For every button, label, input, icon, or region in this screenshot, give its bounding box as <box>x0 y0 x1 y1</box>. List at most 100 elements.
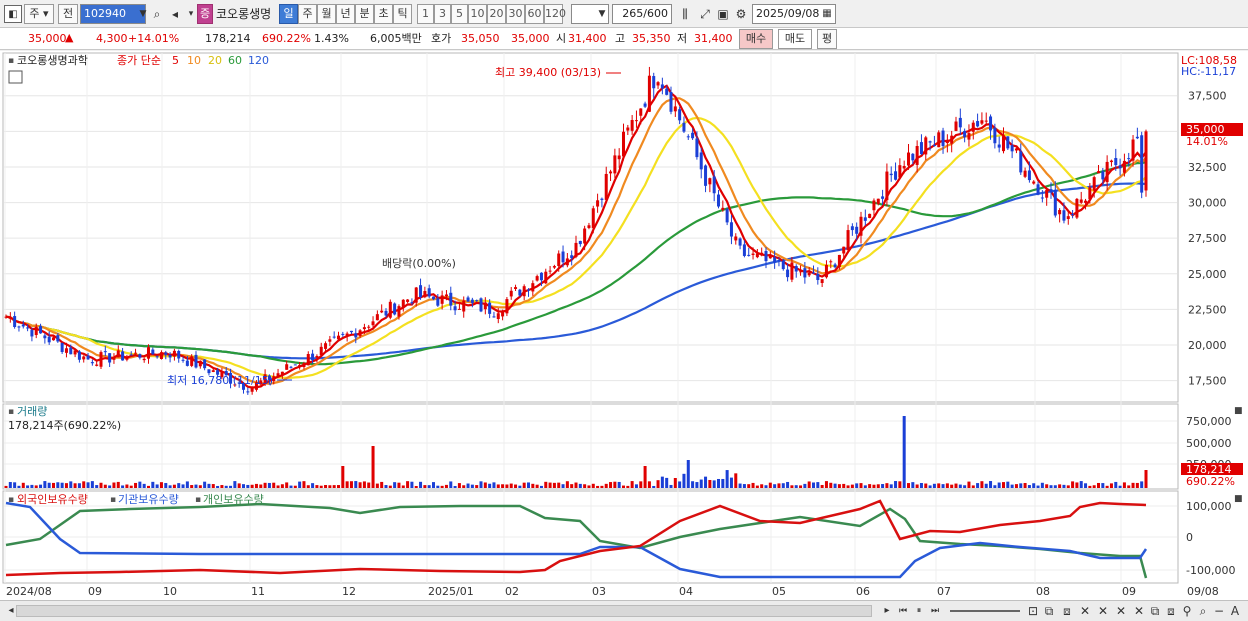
volume-bar <box>816 482 820 488</box>
period-tab-1[interactable]: 주 <box>298 4 317 24</box>
candle-body <box>790 262 794 280</box>
volume-bar <box>380 481 384 488</box>
candle-body <box>716 194 721 207</box>
interval-tab-1[interactable]: 1 <box>417 4 434 24</box>
volume-panel-menu-icon[interactable]: ▪ <box>8 407 14 417</box>
ma20-label: 20 <box>208 54 222 67</box>
candle-body <box>276 373 280 377</box>
period-tab-4[interactable]: 분 <box>355 4 374 24</box>
stock-chart[interactable]: 37,50035,00032,50030,00027,50025,00022,5… <box>0 51 1248 600</box>
volume-bar <box>95 485 99 488</box>
period-tab-3[interactable]: 년 <box>336 4 355 24</box>
candle-body <box>876 198 880 204</box>
volume-bar <box>915 484 919 488</box>
interval-tab-5[interactable]: 5 <box>451 4 468 24</box>
volume-bar <box>1049 485 1053 488</box>
evaluate-button[interactable]: 평 <box>817 29 837 49</box>
candle-body <box>393 303 397 315</box>
candle-body <box>678 109 682 121</box>
calendar-icon[interactable]: ▦ <box>818 5 836 23</box>
candle-body <box>1058 210 1062 215</box>
period-tab-5[interactable]: 초 <box>374 4 393 24</box>
cross-icon-2[interactable]: ✕ <box>1094 602 1112 620</box>
cross-icon-3[interactable]: ✕ <box>1112 602 1130 620</box>
volume-bar <box>881 484 885 488</box>
volume-bar <box>159 482 163 488</box>
candle-body <box>1027 170 1031 181</box>
candle-body <box>630 120 634 131</box>
volume-bar <box>669 484 673 488</box>
interval-tab-60[interactable]: 60 <box>525 4 544 24</box>
volume-bar <box>1122 482 1126 488</box>
gear-icon[interactable]: ⚙ <box>732 5 750 23</box>
candle-settings-icon[interactable]: ⫼ <box>676 5 694 23</box>
save-icon[interactable]: ▣ <box>714 5 732 23</box>
last-page-icon[interactable]: ⏭ <box>926 602 944 620</box>
interval-tab-20[interactable]: 20 <box>487 4 506 24</box>
interval-tab-10[interactable]: 10 <box>468 4 487 24</box>
volume-bar <box>526 482 531 488</box>
font-size-icon[interactable]: A <box>1226 602 1244 620</box>
interval-tab-30[interactable]: 30 <box>506 4 525 24</box>
candle-body <box>4 316 8 318</box>
buy-button[interactable]: 매수 <box>739 29 773 49</box>
cross-icon[interactable]: ✕ <box>1076 602 1094 620</box>
prev-button[interactable]: 전 <box>58 4 78 24</box>
window-icon[interactable]: ◧ <box>4 5 22 23</box>
volume-bar <box>17 485 21 488</box>
volume-bar <box>168 485 172 488</box>
holding-panel-close-icon[interactable]: ■ <box>1234 494 1243 504</box>
period-tab-0[interactable]: 일 <box>279 4 298 24</box>
candle-body <box>531 283 535 292</box>
interval-tab-3[interactable]: 3 <box>434 4 451 24</box>
interval-tab-120[interactable]: 120 <box>544 4 566 24</box>
zoom-slider[interactable] <box>950 610 1020 612</box>
candle-body <box>315 355 319 358</box>
period-tab-2[interactable]: 월 <box>317 4 336 24</box>
price-y-tick: 20,000 <box>1188 339 1227 352</box>
period-tab-6[interactable]: 틱 <box>393 4 412 24</box>
candle-body <box>652 76 656 89</box>
candle-body <box>311 353 315 361</box>
volume-bar <box>384 485 388 488</box>
candle-body <box>950 135 954 144</box>
candle-body <box>505 299 509 314</box>
table-toggle-icon[interactable] <box>8 70 23 84</box>
volume-bar <box>86 482 90 488</box>
volume-bar <box>898 481 902 488</box>
copy-icon[interactable]: ⧉ <box>1040 602 1058 620</box>
panel-menu-icon[interactable]: ▪ <box>8 56 14 66</box>
candle-body <box>285 364 289 370</box>
volume-bar <box>1109 483 1113 488</box>
scroll-track[interactable] <box>16 605 872 617</box>
line-draw-icon[interactable]: ⤢ <box>696 5 714 23</box>
volume-bar <box>56 482 60 488</box>
candle-body <box>164 352 168 355</box>
candle-body <box>384 310 388 316</box>
volume-bar <box>121 485 125 488</box>
period-dropdown[interactable]: 주 ▾ <box>24 4 54 24</box>
volume-bar <box>324 484 328 488</box>
candle-body <box>850 226 854 231</box>
candle-body <box>712 176 716 194</box>
bottom-scrollbar[interactable]: ◂ ▸ ⏮ ⏸ ⏭ ⊡ ⧉ ⧈ ✕ ✕ ✕ ✕ ⧉ ⧈ ⚲ ⌕ − A <box>0 600 1248 621</box>
overlap-icon[interactable]: ⧈ <box>1058 602 1076 620</box>
sell-button[interactable]: 매도 <box>778 29 812 49</box>
volume-bar <box>354 481 358 488</box>
candle-body <box>190 356 194 366</box>
candle-body <box>250 387 254 392</box>
volume-bar <box>34 485 38 488</box>
quote-price: 35,000 <box>28 32 67 45</box>
custom-interval-dropdown-icon[interactable]: ▼ <box>593 5 611 23</box>
volume-bar <box>406 481 410 488</box>
candle-body <box>518 289 522 296</box>
x-tick-label: 08 <box>1036 585 1050 598</box>
candle-body <box>121 351 125 361</box>
volume-bar <box>26 485 30 488</box>
volume-bar <box>574 482 578 488</box>
candle-body <box>898 165 902 178</box>
search-icon[interactable]: ⌕ <box>148 5 166 23</box>
holding-panel-menu-icon[interactable]: ▪ <box>8 495 14 505</box>
volume-panel-close-icon[interactable]: ■ <box>1234 406 1243 416</box>
count-input[interactable]: 265/600 <box>612 4 672 24</box>
